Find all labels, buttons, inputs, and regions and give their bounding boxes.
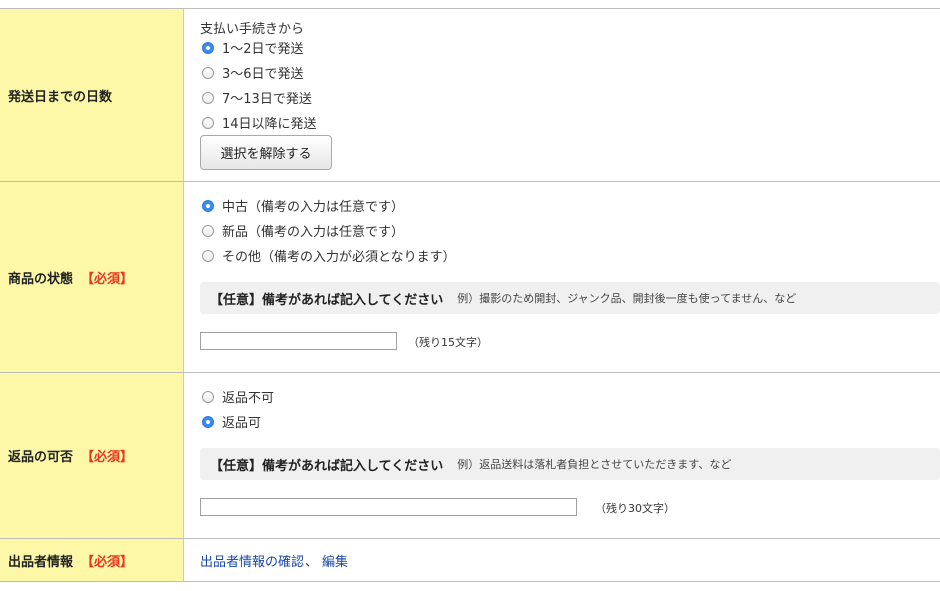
radio-unchecked-icon — [202, 390, 214, 403]
seller-info-edit-link[interactable]: 編集 — [322, 551, 348, 570]
radio-unchecked-icon — [202, 249, 214, 262]
condition-label: 商品の状態 — [8, 271, 74, 287]
listing-form: 発送日までの日数 支払い手続きから 1〜2日で発送 3〜6日で発送 7〜13日で… — [0, 0, 940, 591]
radio-unchecked-icon — [202, 91, 214, 104]
shipping-days-label-cell: 発送日までの日数 — [0, 9, 184, 181]
clear-selection-button[interactable]: 選択を解除する — [200, 135, 332, 170]
note-example: 例）返品送料は落札者負担とさせていただきます、など — [457, 458, 732, 471]
radio-returns-accepted[interactable]: 返品可 — [202, 412, 261, 431]
radio-unchecked-icon — [202, 224, 214, 237]
required-badge: 【必須】 — [81, 271, 134, 287]
radio-label: 14日以降に発送 — [222, 117, 317, 132]
radio-label: 中古（備考の入力は任意です） — [222, 200, 405, 215]
radio-checked-icon — [202, 41, 214, 54]
condition-remaining-chars: （残り15文字） — [408, 336, 488, 349]
shipping-days-intro: 支払い手続きから — [200, 22, 305, 37]
condition-note-box: 【任意】備考があれば記入してください 例）撮影のため開封、ジャンク品、開封後一度… — [200, 282, 940, 314]
radio-shipping-7-13-days[interactable]: 7〜13日で発送 — [202, 88, 312, 107]
seller-info-confirm-link[interactable]: 出品者情報の確認 — [200, 551, 304, 570]
radio-returns-not-accepted[interactable]: 返品不可 — [202, 387, 274, 406]
radio-label: その他（備考の入力が必須となります） — [222, 250, 456, 265]
radio-condition-new[interactable]: 新品（備考の入力は任意です） — [202, 221, 404, 240]
radio-label: 3〜6日で発送 — [222, 67, 304, 82]
radio-checked-icon — [202, 415, 214, 428]
condition-note-input[interactable] — [200, 332, 397, 350]
shipping-days-label: 発送日までの日数 — [8, 89, 113, 105]
radio-label: 返品可 — [222, 416, 262, 431]
radio-shipping-3-6-days[interactable]: 3〜6日で発送 — [202, 63, 304, 82]
seller-info-label-cell: 出品者情報 【必須】 — [0, 539, 184, 581]
radio-label: 新品（備考の入力は任意です） — [222, 225, 405, 240]
radio-checked-icon — [202, 199, 214, 212]
radio-label: 返品不可 — [222, 391, 275, 406]
radio-label: 7〜13日で発送 — [222, 92, 312, 107]
radio-condition-other[interactable]: その他（備考の入力が必須となります） — [202, 246, 456, 265]
note-example: 例）撮影のため開封、ジャンク品、開封後一度も使ってません、など — [457, 292, 797, 305]
returns-note-box: 【任意】備考があれば記入してください 例）返品送料は落札者負担とさせていただきま… — [200, 448, 940, 480]
returns-label: 返品の可否 — [8, 450, 74, 465]
radio-label: 1〜2日で発送 — [222, 42, 304, 57]
note-title: 【任意】備考があれば記入してください — [210, 292, 444, 308]
radio-condition-used[interactable]: 中古（備考の入力は任意です） — [202, 196, 404, 215]
returns-remaining-chars: （残り30文字） — [595, 502, 675, 515]
condition-label-cell: 商品の状態 【必須】 — [0, 182, 184, 372]
radio-unchecked-icon — [202, 66, 214, 79]
seller-info-label: 出品者情報 — [8, 554, 74, 570]
note-title: 【任意】備考があれば記入してください — [210, 458, 444, 474]
radio-shipping-1-2-days[interactable]: 1〜2日で発送 — [202, 38, 304, 57]
radio-unchecked-icon — [202, 116, 214, 129]
returns-note-input[interactable] — [200, 498, 577, 516]
link-separator: 、 — [305, 555, 319, 570]
required-badge: 【必須】 — [81, 450, 134, 465]
returns-label-cell: 返品の可否 【必須】 — [0, 373, 184, 538]
required-badge: 【必須】 — [81, 554, 134, 570]
row-divider — [0, 581, 940, 582]
radio-shipping-14-plus-days[interactable]: 14日以降に発送 — [202, 113, 317, 132]
